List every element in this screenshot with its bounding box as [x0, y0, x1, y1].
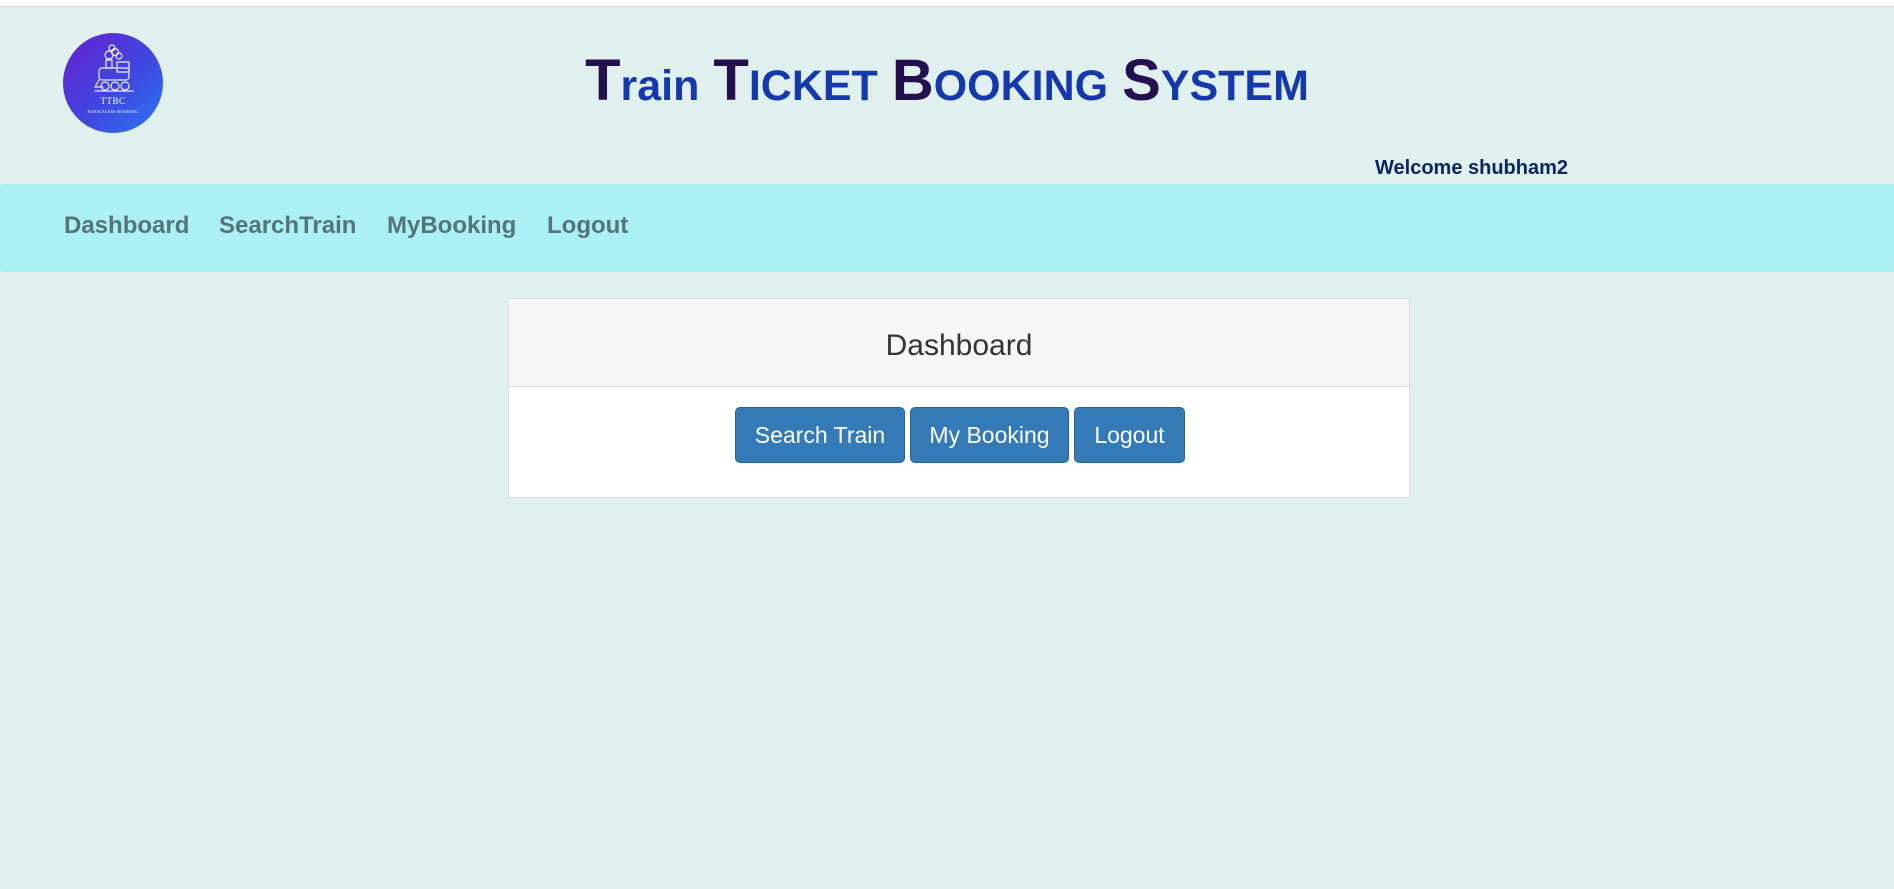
title-capital: T [713, 48, 749, 113]
nav-item-my-booking[interactable]: MyBooking [387, 214, 516, 238]
title-capital: B [891, 48, 934, 113]
title-word-rest: rain [620, 62, 700, 110]
welcome-message: Welcome shubham2 [1375, 157, 1569, 179]
title-word-rest: ICKET [748, 62, 878, 110]
nav-item-logout[interactable]: Logout [547, 214, 628, 238]
page-background: TTBC HASSLELESS BOOKING Train TICKET BOOKI… [0, 6, 1894, 889]
title-capital: T [585, 48, 621, 113]
title-word-rest: OOKING [933, 62, 1109, 110]
title-word-rest: YSTEM [1160, 62, 1309, 110]
dashboard-panel: Dashboard Search Train My Booking Logout [508, 298, 1410, 498]
title-capital: S [1122, 48, 1161, 113]
my-booking-button[interactable]: My Booking [910, 407, 1069, 463]
logout-button[interactable]: Logout [1074, 407, 1185, 463]
site-title: Train TICKET BOOKING SYSTEM [0, 47, 1894, 114]
main-navbar: Dashboard SearchTrain MyBooking Logout [0, 184, 1894, 272]
nav-item-search-train[interactable]: SearchTrain [219, 214, 356, 238]
search-train-button[interactable]: Search Train [735, 407, 905, 463]
nav-item-dashboard[interactable]: Dashboard [64, 214, 189, 238]
panel-title: Dashboard [885, 329, 1033, 362]
panel-heading: Dashboard [509, 299, 1409, 387]
